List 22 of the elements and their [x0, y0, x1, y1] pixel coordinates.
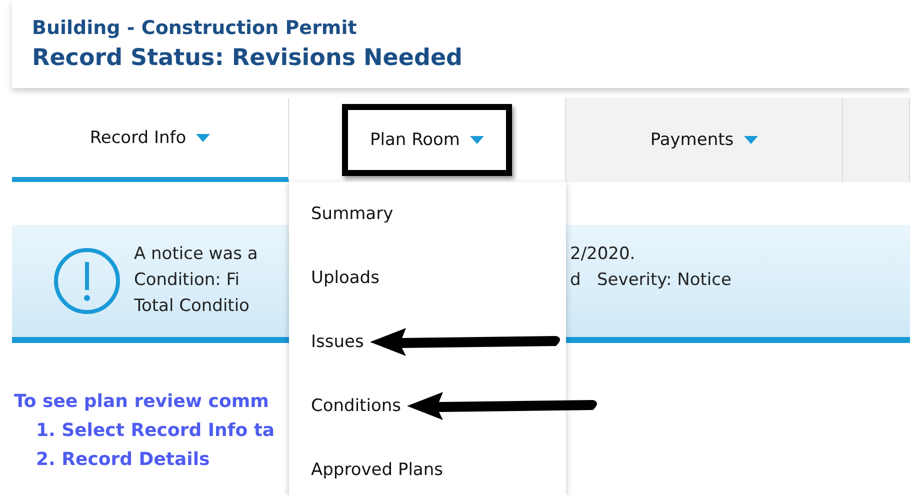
notice-text: Total Conditio: [134, 296, 250, 318]
caret-icon: [196, 134, 210, 142]
record-status: Record Status: Revisions Needed: [32, 45, 464, 71]
menu-item[interactable]: Conditions: [311, 396, 401, 416]
menu-item[interactable]: Issues: [311, 332, 364, 352]
menu-item[interactable]: Uploads: [311, 268, 380, 288]
caret-icon: [470, 136, 484, 144]
notice-text: Condition: Fi: [134, 270, 241, 292]
notice-text: 2/2020.: [570, 244, 636, 266]
instruction-heading: To see plan review comm: [14, 390, 269, 414]
instruction-step: 1. Select Record Info ta: [36, 416, 275, 445]
menu-item[interactable]: Summary: [311, 204, 394, 224]
notice-text: d Severity: Notice: [570, 270, 732, 292]
exclamation-icon: [52, 246, 122, 316]
instruction-step: 2. Record Details: [36, 445, 210, 474]
tab[interactable]: Record Info: [12, 98, 289, 182]
highlight-frame: Plan Room: [342, 104, 512, 176]
record-title: Building - Construction Permit: [32, 17, 358, 39]
notice-text: A notice was a: [134, 244, 259, 266]
tab[interactable]: Payments: [566, 98, 843, 182]
caret-icon: [744, 136, 758, 144]
menu-item[interactable]: Approved Plans: [311, 460, 443, 480]
